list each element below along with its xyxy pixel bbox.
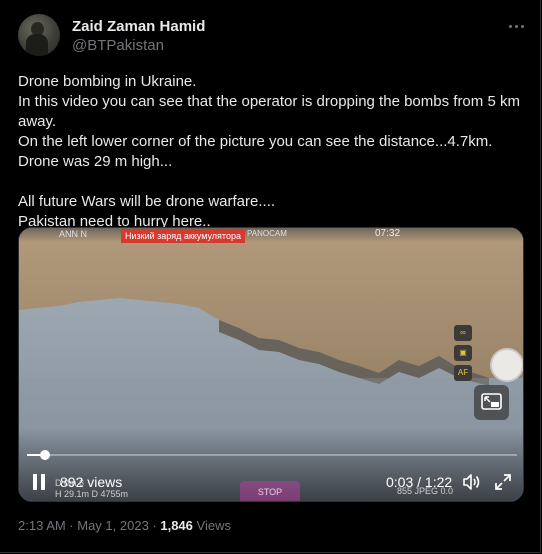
tweet-metadata: 2:13 AM · May 1, 2023 · 1,846 Views <box>18 518 231 533</box>
author-handle[interactable]: @BTPakistan <box>72 37 164 54</box>
video-view-count: 892 views <box>60 474 123 490</box>
picture-in-picture-icon[interactable] <box>474 385 509 420</box>
pause-icon[interactable] <box>28 471 50 493</box>
osd-telemetry-line-2: H 29.1m D 4755m <box>55 489 129 499</box>
video-player[interactable]: ANN N Низкий заряд аккумулятора PANOCAM … <box>18 227 524 502</box>
osd-low-battery-warning: Низкий заряд аккумулятора <box>121 229 245 243</box>
video-time: 0:03 / 1:22 <box>386 474 453 490</box>
osd-camera-label: PANOCAM <box>247 229 287 238</box>
camera-mode-icon: ▣ <box>454 345 472 361</box>
fullscreen-icon[interactable] <box>493 472 513 492</box>
osd-shutter-button <box>490 348 523 382</box>
tweet-line: On the left lower corner of the picture … <box>18 133 493 150</box>
author-avatar[interactable] <box>18 14 60 56</box>
osd-clock: 07:32 <box>375 228 401 239</box>
more-icon[interactable] <box>505 16 529 36</box>
video-progress-bar[interactable] <box>27 450 517 460</box>
binoculars-icon: ∞ <box>454 325 472 341</box>
avatar-torso <box>26 34 48 56</box>
tweet-line: Drone was 29 m high... <box>18 153 173 170</box>
tweet-line: Drone bombing in Ukraine. <box>18 73 197 90</box>
tweet-timestamp[interactable]: 2:13 AM · May 1, 2023 · <box>18 518 160 533</box>
tweet-line: In this video you can see that the opera… <box>18 93 520 130</box>
volume-icon[interactable] <box>461 472 481 492</box>
tweet-text: Drone bombing in Ukraine. In this video … <box>18 72 528 232</box>
tweet-card: Zaid Zaman Hamid @BTPakistan Drone bombi… <box>0 0 541 553</box>
tweet-line: All future Wars will be drone warfare...… <box>18 193 276 210</box>
osd-stop-button: STOP <box>240 481 300 501</box>
author-name[interactable]: Zaid Zaman Hamid <box>72 18 205 35</box>
tweet-views-label: Views <box>192 518 231 533</box>
tweet-view-count: 1,846 <box>160 518 193 533</box>
osd-top-left: ANN N <box>59 229 88 239</box>
af-icon: AF <box>454 365 472 381</box>
osd-camera-icons: ∞ ▣ AF <box>454 325 476 397</box>
